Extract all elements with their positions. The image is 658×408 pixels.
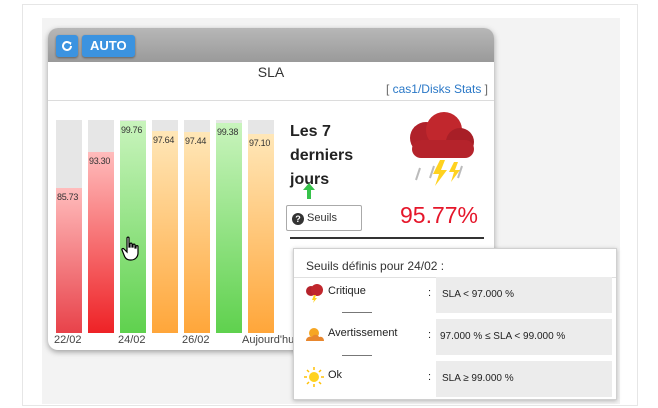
source-link: [ cas1/Disks Stats ]: [386, 82, 488, 96]
refresh-icon: [62, 40, 72, 51]
x-axis-tick-label: Aujourd'hu: [242, 334, 295, 346]
sla-value: 95.77%: [400, 202, 479, 228]
widget-title: SLA: [257, 64, 285, 80]
bar-value-label: 97.64: [153, 135, 175, 145]
sla-bar[interactable]: [120, 121, 146, 333]
heading-line-1: Les 7: [290, 123, 331, 140]
heading-line-2: derniers: [290, 147, 354, 164]
tooltip-title: Seuils définis pour 24/02 :: [306, 259, 445, 273]
sla-bar[interactable]: [216, 123, 242, 333]
ok-condition: SLA ≥ 99.000 %: [436, 361, 612, 397]
sun-cloud-icon: [306, 328, 324, 341]
sla-bar[interactable]: [248, 134, 274, 333]
divider: [48, 100, 494, 101]
ok-colon: :: [428, 371, 432, 383]
x-axis-tick-label: 26/02: [182, 334, 210, 346]
bar-value-label: 97.44: [185, 136, 207, 146]
sla-bar[interactable]: [152, 131, 178, 333]
avertissement-condition: 97.000 % ≤ SLA < 99.000 %: [436, 319, 612, 355]
sun-icon: [304, 367, 324, 387]
avertissement-condition-text: 97.000 % ≤ SLA < 99.000 %: [440, 331, 566, 342]
avertissement-colon: :: [428, 329, 432, 341]
ok-condition-text: SLA ≥ 99.000 %: [442, 373, 514, 384]
arrow-up-icon: [303, 183, 315, 199]
bar-value-label: 97.10: [249, 138, 271, 148]
row-separator: [342, 312, 372, 313]
critique-condition-text: SLA < 97.000 %: [442, 289, 515, 300]
critique-condition: SLA < 97.000 %: [436, 277, 612, 313]
storm-small-icon: [306, 284, 323, 303]
info-icon: ?: [292, 213, 304, 225]
avertissement-label: Avertissement: [328, 327, 398, 339]
critique-colon: :: [428, 287, 432, 299]
hand-cursor-icon: [121, 236, 139, 261]
link-suffix: ]: [481, 82, 488, 96]
sla-bar[interactable]: [88, 152, 114, 333]
thresholds-tooltip: Seuils définis pour 24/02 : Critique : S…: [293, 248, 617, 400]
x-axis-tick-label: 24/02: [118, 334, 146, 346]
critique-label: Critique: [328, 285, 366, 297]
x-axis-tick-label: 22/02: [54, 334, 82, 346]
bar-value-label: 99.76: [121, 125, 143, 135]
sla-underline: [290, 237, 484, 239]
storm-icon: [410, 112, 474, 186]
link-prefix: [: [385, 82, 393, 96]
bar-value-label: 99.38: [217, 127, 239, 137]
seuils-label: Seuils: [307, 212, 337, 224]
disks-stats-link[interactable]: cas1/Disks Stats: [393, 82, 482, 96]
seuils-button[interactable]: ? Seuils: [286, 205, 362, 231]
ok-label: Ok: [328, 369, 343, 381]
bar-value-label: 93.30: [89, 156, 111, 166]
widget-toolbar: AUTO: [48, 28, 494, 62]
refresh-button[interactable]: [56, 35, 78, 57]
sla-bar[interactable]: [184, 132, 210, 333]
auto-button[interactable]: AUTO: [82, 35, 135, 57]
sla-bar[interactable]: [56, 188, 82, 333]
row-separator: [342, 355, 372, 356]
bar-value-label: 85.73: [57, 192, 79, 202]
